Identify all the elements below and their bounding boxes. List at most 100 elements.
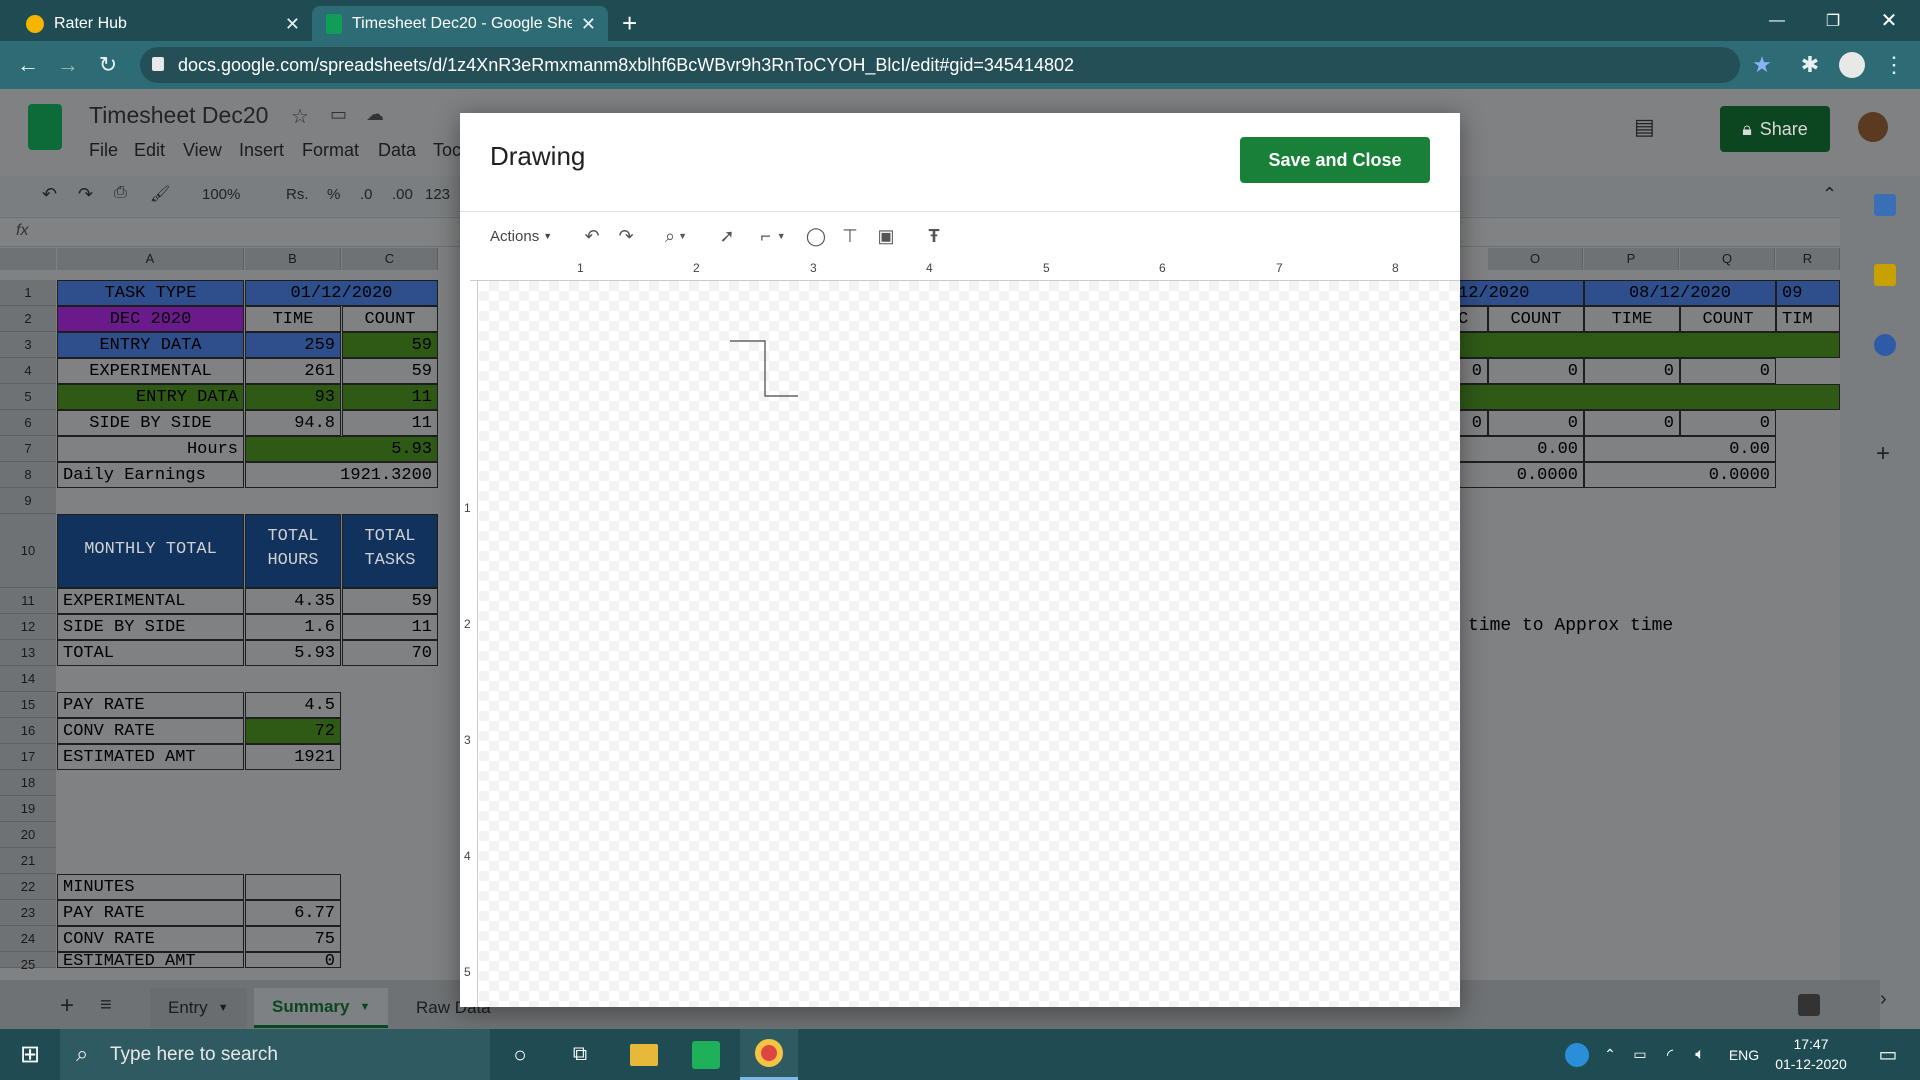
language-indicator[interactable]: ENG <box>1722 1029 1766 1080</box>
cell-a13[interactable]: TOTAL <box>57 640 244 666</box>
cell-p1[interactable]: 08/12/2020 <box>1584 280 1776 306</box>
cell-o7[interactable]: 0.00 <box>1452 436 1584 462</box>
comments-icon[interactable]: ▤ <box>1634 114 1655 140</box>
explore-icon[interactable] <box>1798 994 1820 1016</box>
select-all-corner[interactable] <box>0 248 56 270</box>
cell-c6[interactable]: 11 <box>342 410 438 436</box>
row-header[interactable]: 24 <box>0 926 56 952</box>
row-header[interactable]: 6 <box>0 410 56 436</box>
cell-b10[interactable]: TOTAL HOURS <box>245 514 341 588</box>
calendar-icon[interactable] <box>1874 194 1896 216</box>
drawn-connector-line[interactable] <box>730 340 798 397</box>
row-header[interactable]: 17 <box>0 744 56 770</box>
menu-data[interactable]: Data <box>378 140 416 161</box>
document-title[interactable]: Timesheet Dec20 <box>89 102 268 129</box>
cortana-icon[interactable]: ○ <box>500 1029 540 1080</box>
cell-q6[interactable]: 0 <box>1680 410 1776 436</box>
cell-c13[interactable]: 70 <box>342 640 438 666</box>
cell-a15[interactable]: PAY RATE <box>57 692 244 718</box>
cell-b4[interactable]: 261 <box>245 358 341 384</box>
window-close-icon[interactable]: ✕ <box>1866 0 1912 41</box>
sheet-tab-entry[interactable]: Entry ▼ <box>150 988 247 1028</box>
keep-icon[interactable] <box>1874 264 1896 286</box>
cell-a8[interactable]: Daily Earnings <box>57 462 244 488</box>
minimize-icon[interactable]: — <box>1754 0 1800 41</box>
profile-avatar[interactable] <box>1838 51 1866 79</box>
cell-r1[interactable]: 09 <box>1776 280 1840 306</box>
cell-a16[interactable]: CONV RATE <box>57 718 244 744</box>
row-header[interactable]: 7 <box>0 436 56 462</box>
cell-b1[interactable]: 01/12/2020 <box>245 280 438 306</box>
cell-o2[interactable]: COUNT <box>1488 306 1584 332</box>
cell-a25[interactable]: ESTIMATED AMT <box>57 952 244 968</box>
notification-icon[interactable]: ▭ <box>1866 1029 1910 1080</box>
forward-icon[interactable]: → <box>54 51 82 79</box>
more-formats-button[interactable]: 123 <box>425 186 450 203</box>
tab-rater-hub[interactable]: Rater Hub ✕ <box>12 6 312 41</box>
undo-icon[interactable]: ↶ <box>42 184 57 205</box>
row-header[interactable]: 15 <box>0 692 56 718</box>
taskbar-clock[interactable]: 17:47 01-12-2020 <box>1766 1034 1856 1074</box>
cell-q7[interactable]: 0.00 <box>1584 436 1776 462</box>
cell-b12[interactable]: 1.6 <box>245 614 341 640</box>
sheet-tab-summary[interactable]: Summary ▼ <box>254 988 389 1028</box>
cell-a6[interactable]: SIDE BY SIDE <box>57 410 244 436</box>
zoom-icon[interactable]: ⌕ ▼ <box>656 222 696 250</box>
cell-b6[interactable]: 94.8 <box>245 410 341 436</box>
cell-b8[interactable]: 1921.3200 <box>245 462 438 488</box>
row-header[interactable]: 21 <box>0 848 56 874</box>
cell-a4[interactable]: EXPERIMENTAL <box>57 358 244 384</box>
cell-c11[interactable]: 59 <box>342 588 438 614</box>
save-and-close-button[interactable]: Save and Close <box>1240 137 1430 183</box>
cell-c3[interactable]: 59 <box>342 332 438 358</box>
cell-a22[interactable]: MINUTES <box>57 874 244 900</box>
cell-b23[interactable]: 6.77 <box>245 900 341 926</box>
row-header[interactable]: 8 <box>0 462 56 488</box>
chrome-menu-icon[interactable]: ⋮ <box>1880 51 1908 79</box>
cell-a24[interactable]: CONV RATE <box>57 926 244 952</box>
text-box-icon[interactable]: ⊤ <box>836 222 864 250</box>
decrease-decimal-button[interactable]: .0 <box>360 186 373 203</box>
col-header-c[interactable]: C <box>342 248 438 270</box>
drawing-canvas[interactable] <box>479 281 1460 1007</box>
row-header[interactable]: 20 <box>0 822 56 848</box>
col-header-q[interactable]: Q <box>1680 248 1775 270</box>
account-avatar[interactable] <box>1858 112 1888 142</box>
cell-b3[interactable]: 259 <box>245 332 341 358</box>
cell-c10[interactable]: TOTAL TASKS <box>342 514 438 588</box>
col-header-a[interactable]: A <box>57 248 244 270</box>
row-header[interactable]: 18 <box>0 770 56 796</box>
battery-icon[interactable]: ▭ <box>1626 1029 1654 1080</box>
cell-c5[interactable]: 11 <box>342 384 438 410</box>
undo-icon[interactable]: ↶ <box>578 222 606 250</box>
cell-a7[interactable]: Hours <box>57 436 244 462</box>
zoom-select[interactable]: 100% <box>202 186 240 203</box>
menu-view[interactable]: View <box>183 140 222 161</box>
cell-b22[interactable] <box>245 874 341 900</box>
col-header-b[interactable]: B <box>245 248 341 270</box>
print-icon[interactable]: ⎙ <box>114 184 127 202</box>
row-header[interactable]: 16 <box>0 718 56 744</box>
sheets-logo-icon[interactable] <box>28 104 62 150</box>
add-addon-icon[interactable]: + <box>1876 440 1890 468</box>
cell-a2[interactable]: DEC 2020 <box>57 306 244 332</box>
url-input[interactable]: docs.google.com/spreadsheets/d/1z4XnR3eR… <box>140 47 1740 83</box>
reload-icon[interactable]: ↻ <box>94 51 122 79</box>
cell-a17[interactable]: ESTIMATED AMT <box>57 744 244 770</box>
cell-c4[interactable]: 59 <box>342 358 438 384</box>
menu-format[interactable]: Format <box>302 140 359 161</box>
chrome-taskbar-icon[interactable] <box>740 1029 798 1080</box>
row-header[interactable]: 19 <box>0 796 56 822</box>
star-icon[interactable]: ☆ <box>291 104 309 129</box>
row-header[interactable]: 9 <box>0 488 56 514</box>
paint-format-icon[interactable]: 🖌︎ <box>150 184 170 204</box>
menu-edit[interactable]: Edit <box>134 140 165 161</box>
row-header[interactable]: 10 <box>0 514 56 588</box>
menu-tools[interactable]: Toc <box>433 140 461 161</box>
cell-r2[interactable]: TIM <box>1776 306 1840 332</box>
actions-menu[interactable]: Actions ▼ <box>490 222 552 250</box>
taskbar-search[interactable]: ⌕ Type here to search <box>60 1029 490 1080</box>
cell-a23[interactable]: PAY RATE <box>57 900 244 926</box>
shape-icon[interactable]: ◯ <box>802 222 830 250</box>
tab-timesheet[interactable]: Timesheet Dec20 - Google Sheets ✕ <box>312 6 608 41</box>
